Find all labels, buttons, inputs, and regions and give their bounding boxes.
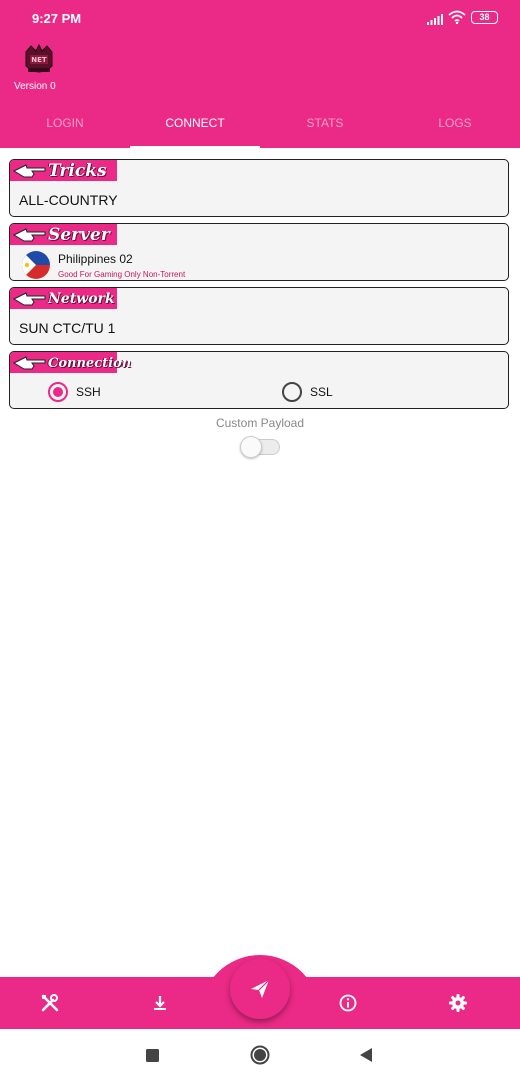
send-icon [251, 979, 270, 998]
pointing-hand-icon [12, 164, 46, 178]
svg-text:NET: NET [31, 56, 47, 64]
top-app-bar: 9:27 PM 38 NET Version 0 LOGIN CONNECT S… [0, 0, 520, 148]
radio-checked-icon [48, 382, 68, 402]
download-icon[interactable] [150, 993, 170, 1013]
tricks-selector[interactable]: Tricks ALL-COUNTRY [9, 159, 509, 217]
server-badge: Server [10, 224, 117, 245]
pointing-hand-icon [12, 228, 46, 242]
connection-title: Connection [48, 356, 132, 371]
pointing-hand-icon [12, 356, 46, 370]
server-title: Server [48, 225, 110, 245]
settings-icon[interactable] [448, 993, 468, 1013]
wifi-icon [448, 10, 466, 29]
custom-payload-label: Custom Payload [215, 416, 305, 430]
system-nav-bar [0, 1029, 520, 1080]
server-description: Good For Gaming Only Non-Torrent [58, 270, 186, 279]
app-root: 9:27 PM 38 NET Version 0 LOGIN CONNECT S… [0, 0, 520, 1080]
connection-badge: Connection [10, 352, 131, 373]
version-label: Version 0 [14, 81, 56, 92]
pointing-hand-icon [12, 292, 46, 306]
server-name: Philippines 02 [58, 252, 133, 266]
signal-icon [427, 12, 443, 30]
tab-stats[interactable]: STATS [260, 108, 390, 148]
server-selector[interactable]: Server Philippines 02 Good For Gaming On… [9, 223, 509, 281]
ssl-label: SSL [310, 385, 333, 399]
status-time: 9:27 PM [32, 11, 82, 26]
tricks-title: Tricks [48, 161, 107, 181]
tab-login[interactable]: LOGIN [0, 108, 130, 148]
tab-connect[interactable]: CONNECT [130, 108, 260, 148]
tricks-value: ALL-COUNTRY [19, 192, 118, 208]
battery-icon: 38 [471, 11, 498, 24]
network-selector[interactable]: Network SUN CTC/TU 1 [9, 287, 509, 345]
connect-fab-button[interactable] [230, 959, 290, 1019]
network-title: Network [48, 291, 115, 307]
recents-icon[interactable] [146, 1049, 159, 1067]
radio-unchecked-icon [282, 382, 302, 402]
connection-panel: Connection SSH SSL [9, 351, 509, 409]
philippines-flag-icon [22, 251, 50, 279]
tab-bar: LOGIN CONNECT STATS LOGS [0, 108, 520, 148]
toggle-thumb [240, 436, 262, 458]
ssh-label: SSH [76, 385, 101, 399]
custom-payload-toggle[interactable] [240, 435, 280, 459]
tab-logs[interactable]: LOGS [390, 108, 520, 148]
back-icon[interactable] [359, 1048, 373, 1067]
home-icon[interactable] [250, 1045, 270, 1070]
ssh-radio[interactable]: SSH [48, 382, 101, 402]
network-value: SUN CTC/TU 1 [19, 320, 116, 336]
ssl-radio[interactable]: SSL [282, 382, 333, 402]
status-bar: 9:27 PM 38 [0, 0, 520, 36]
app-logo: NET [22, 43, 56, 78]
tools-icon[interactable] [40, 993, 60, 1013]
network-badge: Network [10, 288, 117, 309]
tricks-badge: Tricks [10, 160, 117, 181]
info-icon[interactable] [338, 993, 358, 1013]
